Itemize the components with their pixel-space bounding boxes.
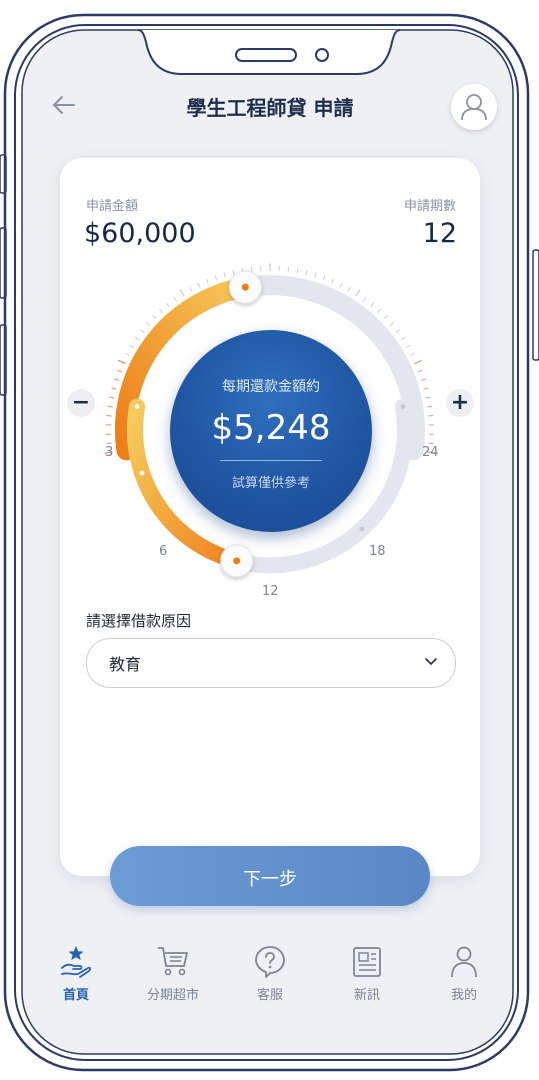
scale-tick [339, 282, 343, 288]
nav-news-label: 新訊 [353, 988, 380, 1003]
home-hand-star-icon [61, 946, 91, 978]
nav-home[interactable]: 首頁 [36, 944, 116, 1004]
periods-value: 12 [422, 218, 457, 249]
period-tick-label: 12 [262, 584, 279, 599]
scale-tick [158, 308, 164, 314]
scale-tick [197, 282, 201, 288]
chevron-down-icon [425, 658, 437, 666]
page-title: 學生工程師貸 申請 [186, 96, 354, 120]
nav-shop-label: 分期超市 [146, 988, 199, 1003]
scale-tick [134, 336, 140, 341]
scale-tick [370, 302, 375, 308]
scale-tick [420, 378, 427, 381]
help-bubble-icon [255, 946, 285, 978]
scale-tick [113, 378, 120, 381]
nav-home-label: 首頁 [62, 988, 89, 1003]
next-step-label: 下一步 [243, 869, 297, 890]
scale-tick [165, 302, 170, 308]
nav-mine-label: 我的 [450, 988, 477, 1003]
increase-amount-button[interactable]: + [446, 389, 474, 417]
amount-slider-knob[interactable] [228, 270, 262, 304]
period-tick-label: 3 [105, 445, 114, 460]
nav-news[interactable]: 新訊 [327, 944, 407, 1004]
nav-support[interactable]: 客服 [230, 944, 310, 1004]
scale-tick [139, 329, 145, 334]
scale-tick [189, 286, 193, 292]
shopping-cart-icon [158, 947, 188, 976]
scale-tick [179, 289, 185, 297]
scale-tick [389, 322, 395, 327]
scale-tick [223, 272, 226, 278]
payment-display: 每期還款金額約 $5,248 試算僅供參考 [170, 330, 372, 532]
person-icon [451, 946, 477, 978]
scale-tick [423, 387, 429, 390]
scale-tick [287, 267, 290, 273]
period-dot [134, 404, 140, 409]
profile-button[interactable] [451, 84, 497, 130]
scale-tick [129, 344, 135, 349]
scale-tick [232, 270, 235, 276]
back-button[interactable] [48, 90, 82, 120]
nav-mine[interactable]: 我的 [424, 944, 504, 1004]
payment-amount: $5,248 [211, 408, 331, 448]
reason-selected-value: 教育 [109, 655, 142, 674]
scale-tick [355, 289, 361, 297]
scale-tick [214, 275, 218, 281]
period-tick-label: 24 [422, 445, 439, 460]
scale-tick [400, 336, 406, 341]
reason-label: 請選擇借款原因 [86, 612, 192, 630]
scale-tick [124, 352, 130, 356]
scale-tick [322, 275, 326, 281]
scale-tick [305, 270, 308, 276]
payment-note: 試算僅供參考 [231, 476, 310, 491]
scale-tick [395, 329, 401, 334]
period-dot [359, 526, 365, 532]
decrease-amount-button[interactable]: − [67, 389, 95, 417]
scale-tick [296, 268, 299, 274]
scale-tick [117, 359, 126, 365]
scale-tick [405, 344, 411, 349]
payment-divider [220, 460, 322, 461]
period-dot [400, 404, 406, 409]
scale-tick [314, 272, 317, 278]
scale-tick [427, 405, 433, 408]
scale-tick [331, 278, 335, 284]
scale-tick [109, 396, 115, 399]
scale-tick [414, 359, 423, 365]
nav-support-label: 客服 [256, 988, 283, 1003]
period-dot [139, 470, 145, 476]
scale-tick [383, 315, 388, 320]
scale-tick [376, 308, 382, 314]
scale-tick [173, 296, 178, 302]
amount-label: 申請金額 [86, 199, 139, 214]
periods-label: 申請期數 [403, 199, 456, 214]
scale-tick [250, 267, 253, 273]
scale-tick [410, 352, 416, 356]
scale-tick [417, 369, 423, 373]
scale-tick [107, 405, 113, 408]
amount-value: $60,000 [84, 218, 196, 249]
nav-shop[interactable]: 分期超市 [133, 944, 213, 1004]
payment-caption: 每期還款金額約 [222, 379, 320, 395]
back-arrow-icon [52, 96, 75, 114]
user-avatar-icon [461, 94, 487, 121]
scale-tick [117, 369, 123, 373]
period-tick-label: 6 [159, 544, 168, 559]
scale-tick [111, 387, 117, 390]
scale-tick [425, 396, 431, 399]
scale-tick [152, 315, 157, 320]
scale-tick [205, 278, 209, 284]
next-step-button[interactable]: 下一步 [110, 846, 430, 906]
period-slider-knob[interactable] [220, 544, 254, 578]
reason-select[interactable]: 教育 [86, 638, 456, 688]
scale-tick [347, 286, 351, 292]
news-icon [353, 947, 381, 977]
scale-tick [362, 296, 367, 302]
scale-tick [145, 322, 151, 327]
period-tick-label: 18 [369, 544, 386, 559]
